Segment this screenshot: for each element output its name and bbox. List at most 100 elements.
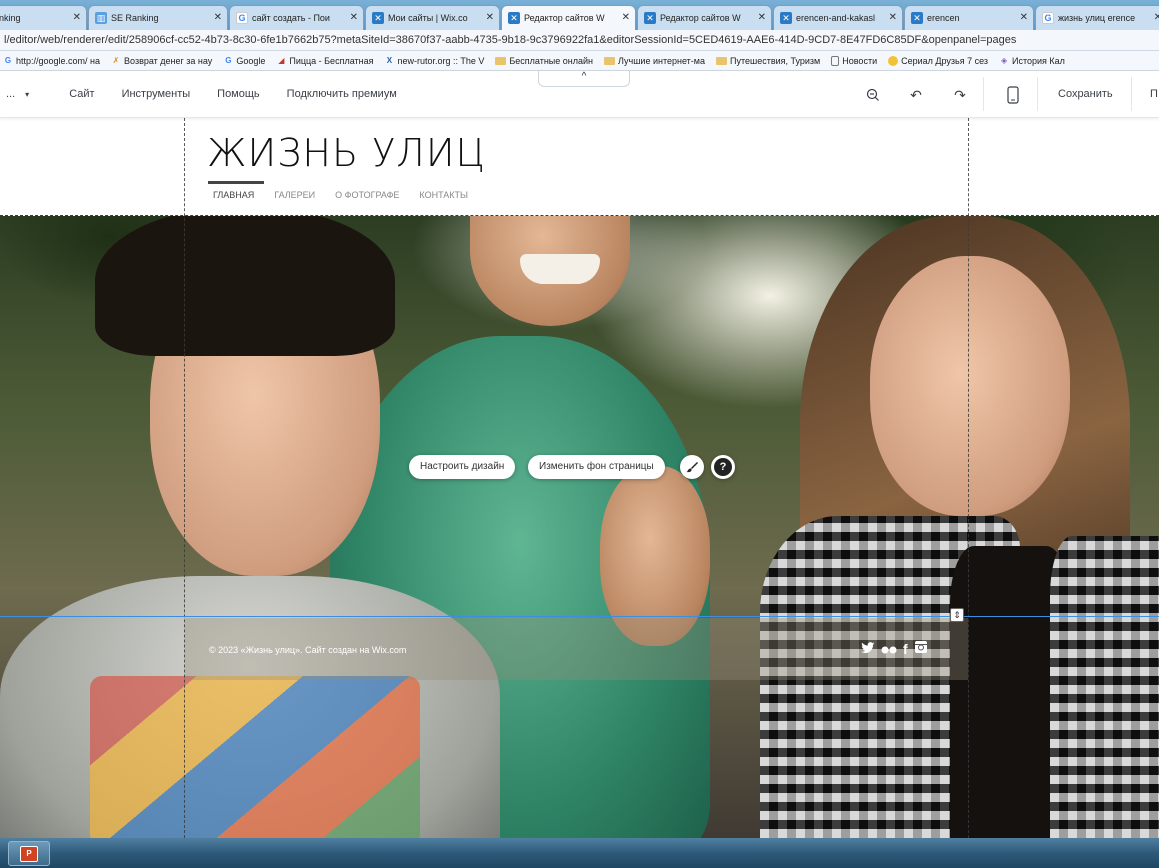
mobile-view-icon[interactable] — [1003, 85, 1023, 105]
bookmark[interactable]: X new-rutor.org :: The V — [384, 55, 485, 66]
menu-upgrade[interactable]: Подключить премиум — [287, 88, 397, 100]
zoom-out-icon[interactable] — [863, 85, 883, 105]
photo-left-hair — [95, 216, 395, 356]
ribbon-icon: ✗ — [112, 56, 120, 65]
wix-icon: ✕ — [911, 12, 923, 24]
nav-item-galleries[interactable]: ГАЛЕРЕИ — [274, 190, 315, 200]
close-icon[interactable]: ✕ — [486, 12, 494, 23]
photo-shirt-print — [90, 676, 420, 838]
browser-tab[interactable]: ✕ Редактор сайтов W ✕ — [637, 5, 772, 30]
nav-item-home[interactable]: ГЛАВНАЯ — [207, 181, 265, 200]
help-button[interactable]: ? — [711, 455, 735, 479]
close-icon[interactable]: ✕ — [214, 12, 222, 23]
grid-guide-left — [184, 118, 185, 838]
se-ranking-icon: ▥ — [95, 12, 107, 24]
browser-tab[interactable]: ✕ Мои сайты | Wix.co ✕ — [365, 5, 500, 30]
close-icon[interactable]: ✕ — [350, 12, 358, 23]
tab-title: сайт создать - Пои — [252, 13, 330, 23]
browser-tab[interactable]: G сайт создать - Пои ✕ — [229, 5, 364, 30]
site-header[interactable]: ЖИЗНЬ УЛИЦ ГЛАВНАЯ ГАЛЕРЕИ О ФОТОГРАФЕ К… — [0, 118, 1159, 216]
os-taskbar: P — [0, 838, 1159, 868]
undo-icon[interactable]: ↶ — [906, 85, 926, 105]
facebook-icon[interactable]: f — [903, 641, 908, 657]
close-icon[interactable]: ✕ — [758, 12, 766, 23]
close-icon[interactable]: ✕ — [622, 12, 630, 23]
stretch-handle-icon[interactable]: ⇕ — [950, 608, 964, 622]
powerpoint-icon: P — [20, 845, 38, 862]
browser-tab[interactable]: nking ✕ — [0, 5, 87, 30]
tab-title: Мои сайты | Wix.co — [388, 13, 468, 23]
tab-title: жизнь улиц erence — [1058, 13, 1136, 23]
instagram-icon[interactable] — [914, 640, 928, 657]
browser-tab[interactable]: ✕ erencen ✕ — [904, 5, 1034, 30]
folder-icon — [495, 56, 507, 65]
save-button[interactable]: Сохранить — [1058, 88, 1113, 100]
divider — [983, 77, 984, 111]
wix-icon: ✕ — [644, 12, 656, 24]
address-bar[interactable]: l/editor/web/renderer/edit/258906cf-cc52… — [0, 30, 1159, 51]
nav-item-about[interactable]: О ФОТОГРАФЕ — [335, 190, 399, 200]
brush-icon — [686, 462, 698, 473]
bookmark[interactable]: ◈ История Кал — [999, 56, 1065, 66]
tab-title: SE Ranking — [111, 13, 159, 23]
wix-icon: ✕ — [372, 12, 384, 24]
bookmark[interactable]: Новости — [831, 55, 878, 66]
bookmark[interactable]: ✗ Возврат денег за нау — [111, 55, 213, 66]
bookmark-label: Сериал Друзья 7 сез — [901, 55, 989, 66]
bookmark-folder[interactable]: Лучшие интернет-ма — [604, 56, 705, 66]
bookmark-label: Возврат денег за нау — [124, 55, 213, 66]
footer-boundary-line — [0, 616, 1159, 617]
site-navigation[interactable]: ГЛАВНАЯ ГАЛЕРЕИ О ФОТОГРАФЕ КОНТАКТЫ — [207, 181, 488, 200]
bookmark[interactable]: G http://google.com/ на — [3, 56, 100, 66]
close-icon[interactable]: ✕ — [1020, 12, 1028, 23]
browser-tab-active[interactable]: ✕ Редактор сайтов W ✕ — [501, 5, 636, 30]
grid-guide-right — [968, 118, 969, 838]
bookmark[interactable]: G Google — [223, 56, 265, 66]
menu-site[interactable]: Сайт — [69, 88, 94, 100]
bookmark-label: new-rutor.org :: The V — [397, 55, 485, 66]
tab-title: Редактор сайтов W — [524, 13, 605, 23]
chevron-down-icon: ▾ — [25, 89, 30, 99]
bookmark-label: Новости — [842, 55, 878, 66]
change-background-button[interactable]: Изменить фон страницы — [528, 455, 665, 479]
taskbar-app-button[interactable]: P — [8, 841, 50, 866]
browser-tab[interactable]: ✕ erencen-and-kakasl ✕ — [773, 5, 903, 30]
bookmark-folder[interactable]: Бесплатные онлайн — [495, 56, 593, 66]
preview-button[interactable]: П — [1150, 88, 1158, 100]
bookmark-label: http://google.com/ на — [16, 55, 101, 66]
close-icon[interactable]: ✕ — [1154, 12, 1159, 23]
page-selector-label: ... — [6, 88, 16, 100]
wix-editor-toolbar: ... ▾ Сайт Инструменты Помощь Подключить… — [0, 71, 1159, 118]
header-boundary-guide — [0, 215, 1159, 216]
site-title[interactable]: ЖИЗНЬ УЛИЦ — [207, 131, 486, 175]
menu-help[interactable]: Помощь — [217, 88, 260, 100]
bookmark[interactable]: Сериал Друзья 7 сез — [888, 55, 989, 66]
design-brush-button[interactable] — [680, 455, 704, 479]
customize-design-button[interactable]: Настроить дизайн — [409, 455, 516, 479]
bookmark[interactable]: ◢ Пицца - Бесплатная — [276, 56, 373, 66]
bookmark-folder[interactable]: Путешествия, Туризм — [715, 56, 820, 66]
footer-copyright[interactable]: © 2023 «Жизнь улиц». Сайт создан на Wix.… — [209, 645, 406, 655]
redo-icon[interactable]: ↷ — [950, 85, 970, 105]
nav-item-contacts[interactable]: КОНТАКТЫ — [419, 190, 468, 200]
editor-canvas[interactable]: ЖИЗНЬ УЛИЦ ГЛАВНАЯ ГАЛЕРЕИ О ФОТОГРАФЕ К… — [0, 118, 1159, 838]
page-background-photo[interactable] — [0, 216, 1159, 838]
close-icon[interactable]: ✕ — [889, 12, 897, 23]
page-selector[interactable]: ... ▾ — [6, 88, 29, 100]
tab-title: Редактор сайтов W — [660, 13, 741, 23]
twitter-icon[interactable] — [861, 641, 875, 657]
close-icon[interactable]: ✕ — [73, 12, 81, 23]
browser-tab[interactable]: G жизнь улиц erence ✕ — [1035, 5, 1159, 30]
collapse-toolbar-button[interactable]: ^ — [538, 71, 630, 87]
google-icon: G — [225, 56, 232, 65]
social-bar[interactable]: f — [861, 640, 934, 657]
smiley-icon — [888, 55, 899, 66]
tab-title: erencen — [927, 13, 960, 23]
tab-title: erencen-and-kakasl — [796, 13, 876, 23]
diamond-icon: ◈ — [1000, 56, 1008, 65]
menu-tools[interactable]: Инструменты — [122, 88, 191, 100]
flickr-icon[interactable] — [881, 641, 897, 657]
url-text: l/editor/web/renderer/edit/258906cf-cc52… — [4, 34, 1017, 46]
help-icon: ? — [714, 458, 732, 476]
browser-tab[interactable]: ▥ SE Ranking ✕ — [88, 5, 228, 30]
